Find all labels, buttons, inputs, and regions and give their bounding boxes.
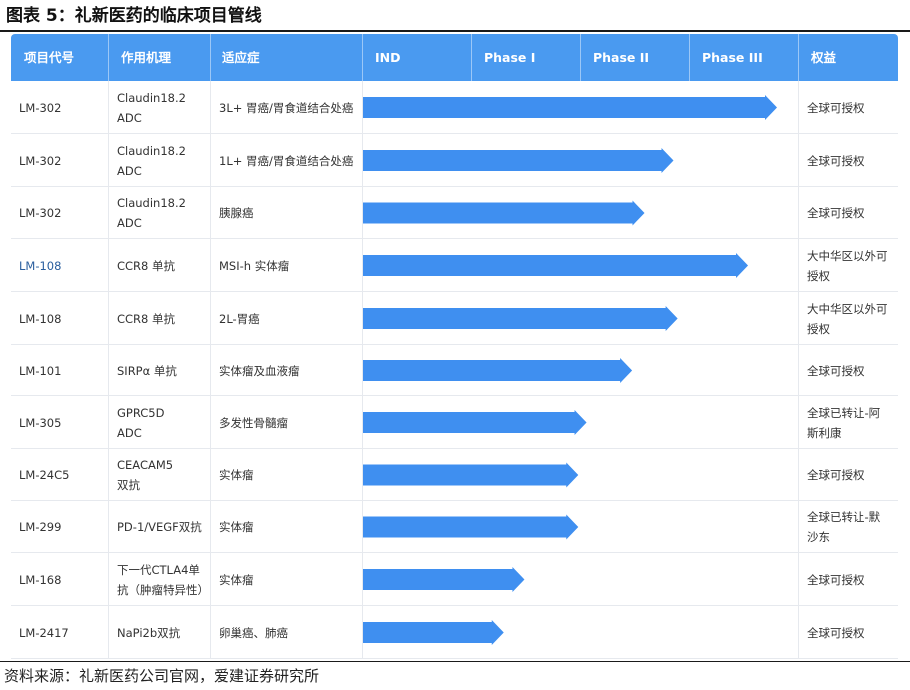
- progress-bar-svg: [363, 306, 678, 331]
- table-row: LM-302 Claudin18.2 ADC 胰腺癌 全球可授权: [11, 187, 898, 239]
- table-row: LM-24C5 CEACAM5 双抗 实体瘤 全球可授权: [11, 449, 898, 501]
- figure-title: 图表 5：礼新医药的临床项目管线: [6, 6, 262, 26]
- progress-arrow: [363, 306, 678, 331]
- header-divider: [362, 34, 363, 81]
- header-divider: [108, 34, 109, 81]
- progress-bar-svg: [363, 200, 645, 226]
- progress-arrow: [363, 462, 579, 488]
- header-phase-3: Phase III: [702, 50, 763, 65]
- table-row: LM-108 CCR8 单抗 2L-胃癌 大中华区以外可 授权: [11, 292, 898, 345]
- progress-bar-svg: [363, 620, 504, 645]
- source-rule: [0, 661, 910, 662]
- header-indication: 适应症: [222, 50, 260, 65]
- table-row: LM-168 下一代CTLA4单 抗（肿瘤特异性） 实体瘤 全球可授权: [11, 553, 898, 606]
- header-divider: [689, 34, 690, 81]
- progress-bar-svg: [363, 410, 587, 435]
- table-row: LM-108 CCR8 单抗 MSI-h 实体瘤 大中华区以外可 授权: [11, 239, 898, 292]
- header-ind: IND: [375, 50, 401, 65]
- table-row: LM-302 Claudin18.2 ADC 1L+ 胃癌/胃食道结合处癌 全球可授权: [11, 134, 898, 187]
- header-divider: [471, 34, 472, 81]
- table-row: LM-305 GPRC5D ADC 多发性骨髓瘤 全球已转让-阿 斯利康: [11, 396, 898, 449]
- progress-arrow: [363, 95, 777, 120]
- progress-bar-svg: [363, 148, 674, 173]
- header-divider: [798, 34, 799, 81]
- progress-bar-svg: [363, 567, 525, 592]
- progress-arrow: [363, 410, 587, 435]
- progress-arrow: [363, 253, 749, 278]
- header-project-code: 项目代号: [24, 50, 75, 65]
- progress-arrow: [363, 620, 504, 645]
- progress-arrow: [363, 148, 674, 173]
- source-note: 资料来源：礼新医药公司官网，爱建证券研究所: [4, 667, 320, 685]
- progress-bar-svg: [363, 462, 579, 488]
- header-divider: [210, 34, 211, 81]
- header-phase-2: Phase II: [593, 50, 650, 65]
- table-header: 项目代号 作用机理 适应症 IND Phase I Phase II Phase…: [11, 34, 898, 81]
- progress-bar-svg: [363, 358, 633, 383]
- title-rule: [0, 30, 910, 32]
- progress-arrow: [363, 200, 645, 226]
- progress-bar-svg: [363, 253, 749, 278]
- table-row: LM-302 Claudin18.2 ADC 3L+ 胃癌/胃食道结合处癌 全球可授权: [11, 81, 898, 134]
- table-row: LM-299 PD-1/VEGF双抗 实体瘤 全球已转让-默 沙东: [11, 501, 898, 553]
- table-row: LM-2417 NaPi2b双抗 卵巢癌、肺癌 全球可授权: [11, 606, 898, 659]
- progress-bar-svg: [363, 95, 777, 120]
- header-divider: [580, 34, 581, 81]
- table-row: LM-101 SIRPα 单抗 实体瘤及血液瘤 全球可授权: [11, 345, 898, 396]
- header-rights: 权益: [811, 50, 837, 65]
- progress-arrow: [363, 514, 579, 540]
- progress-arrow: [363, 567, 525, 592]
- header-mechanism: 作用机理: [121, 50, 172, 65]
- header-phase-1: Phase I: [484, 50, 536, 65]
- progress-bar-svg: [363, 514, 579, 540]
- progress-arrow: [363, 358, 633, 383]
